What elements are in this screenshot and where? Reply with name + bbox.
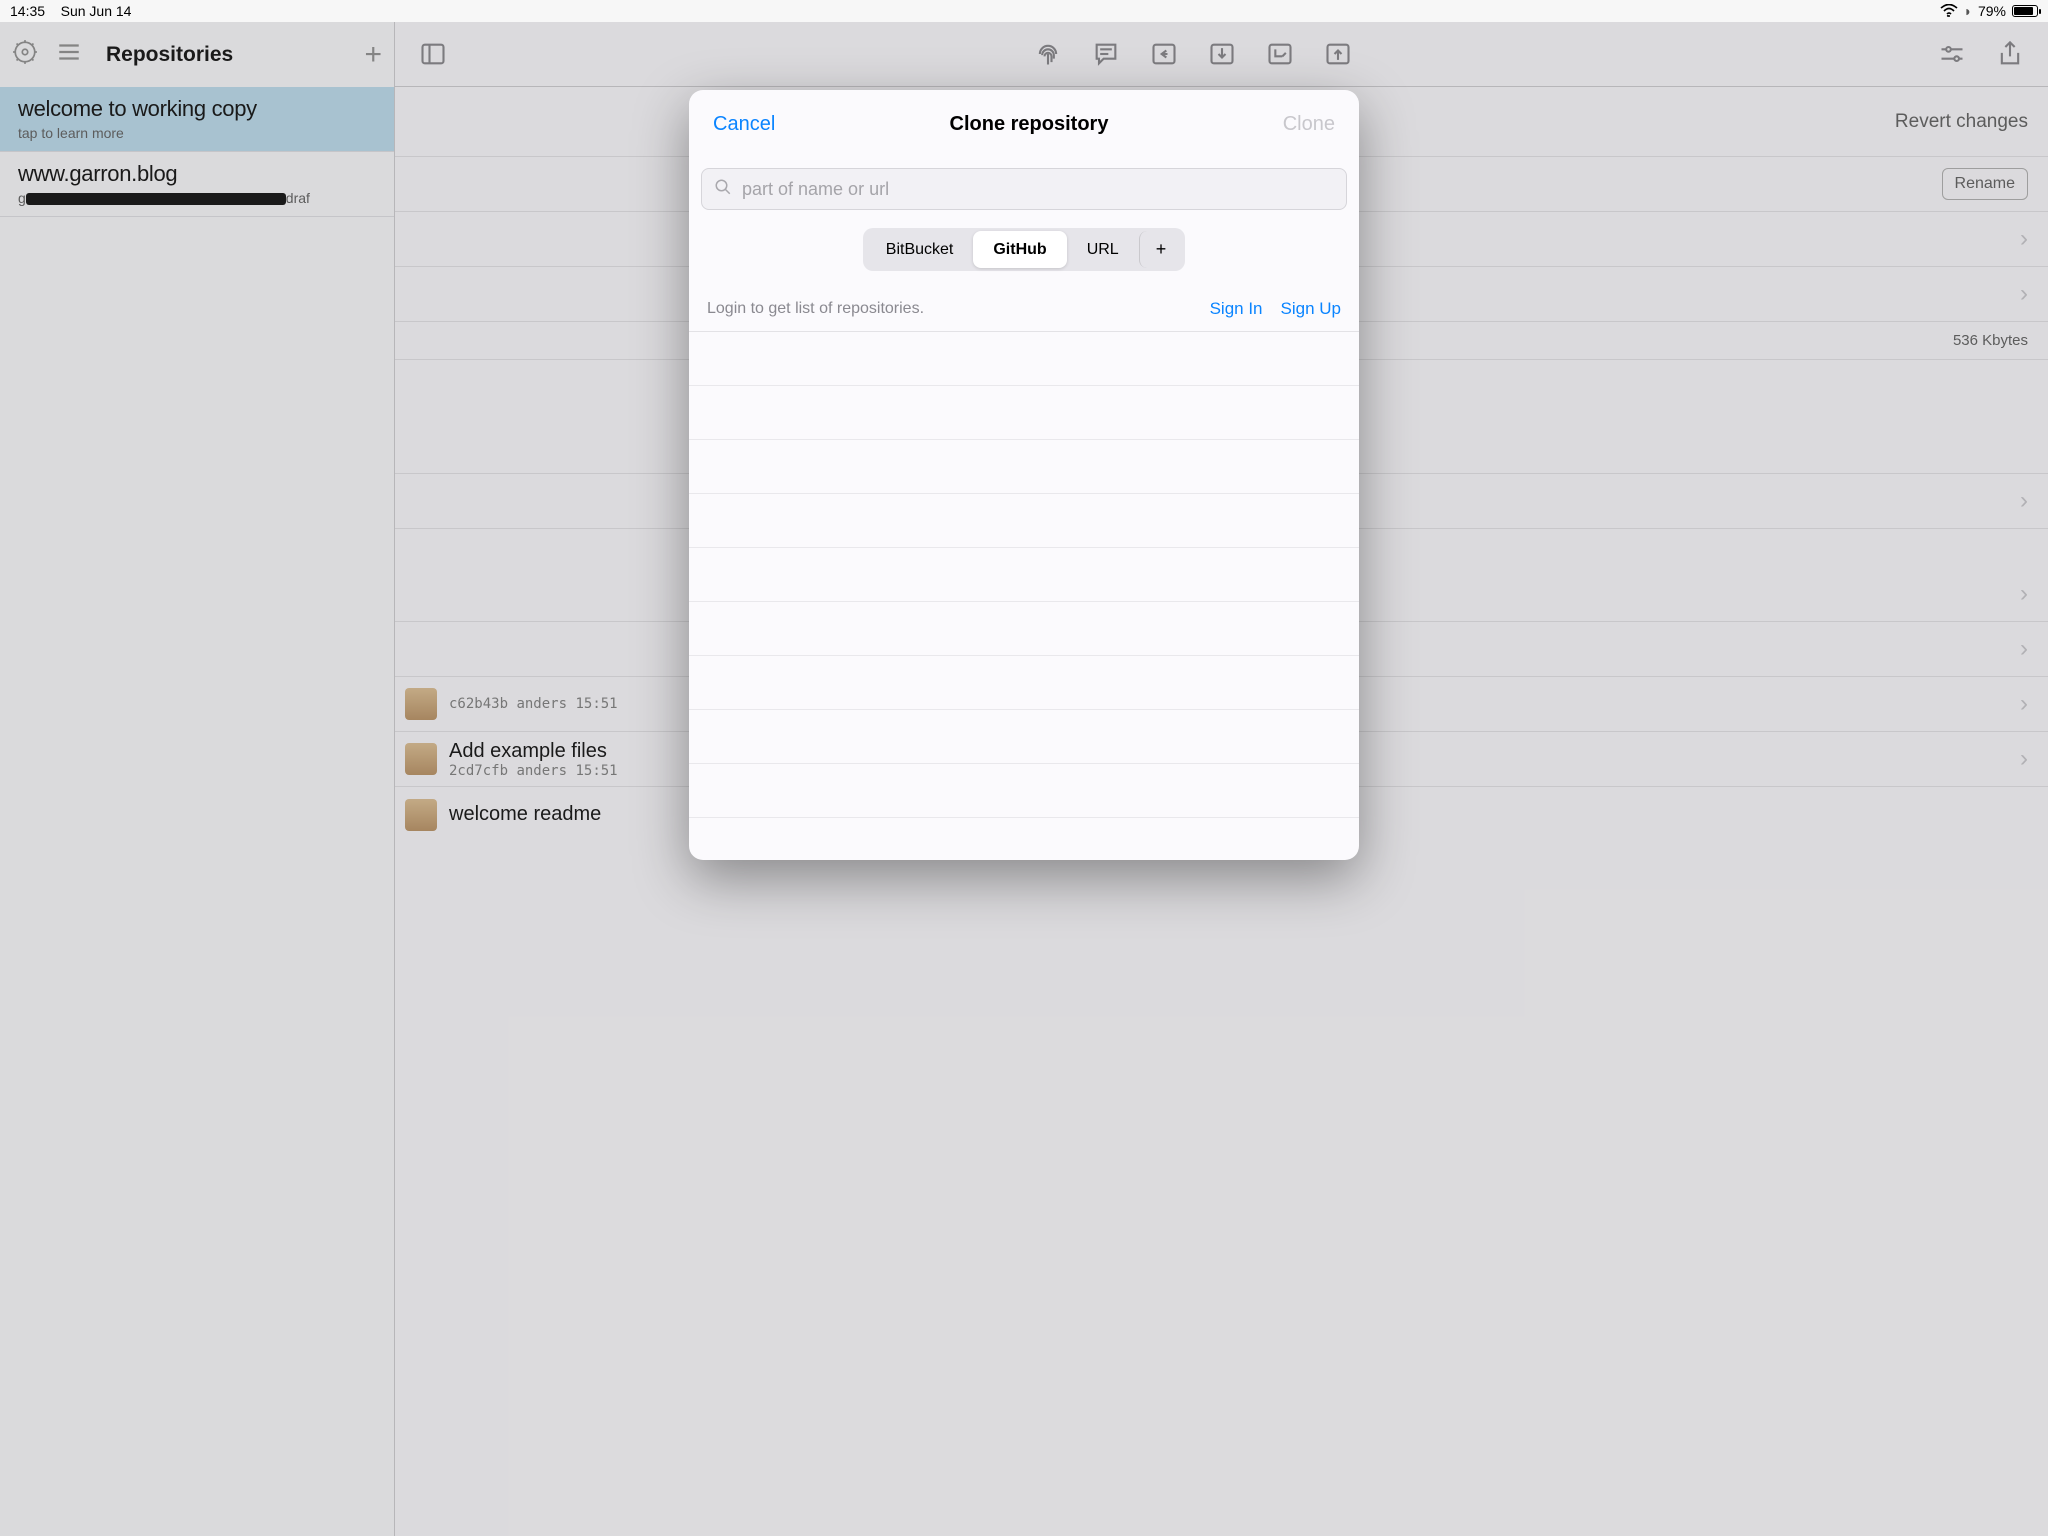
sign-in-link[interactable]: Sign In xyxy=(1210,299,1263,319)
list-row xyxy=(689,386,1359,440)
search-field[interactable] xyxy=(701,168,1347,210)
list-row xyxy=(689,548,1359,602)
modal-container: Cancel Clone repository Clone BitBucket … xyxy=(0,0,2048,1536)
clone-button[interactable]: Clone xyxy=(1283,113,1335,136)
tab-url[interactable]: URL xyxy=(1067,231,1139,268)
modal-header: Cancel Clone repository Clone xyxy=(689,90,1359,158)
list-row xyxy=(689,440,1359,494)
clone-repository-modal: Cancel Clone repository Clone BitBucket … xyxy=(689,90,1359,860)
tab-bitbucket[interactable]: BitBucket xyxy=(866,231,974,268)
tab-github[interactable]: GitHub xyxy=(973,231,1066,268)
tab-add-provider[interactable]: + xyxy=(1139,231,1183,268)
list-row xyxy=(689,656,1359,710)
list-row xyxy=(689,710,1359,764)
login-prompt-row: Login to get list of repositories. Sign … xyxy=(689,287,1359,332)
provider-segmented-control: BitBucket GitHub URL + xyxy=(863,228,1185,271)
search-icon xyxy=(714,178,732,201)
list-row xyxy=(689,494,1359,548)
cancel-button[interactable]: Cancel xyxy=(713,113,775,136)
login-message: Login to get list of repositories. xyxy=(707,300,924,318)
modal-title: Clone repository xyxy=(775,113,1282,136)
sign-up-link[interactable]: Sign Up xyxy=(1281,299,1341,319)
search-input[interactable] xyxy=(742,179,1334,200)
list-row xyxy=(689,332,1359,386)
list-row xyxy=(689,602,1359,656)
list-row xyxy=(689,764,1359,818)
modal-body: BitBucket GitHub URL + Login to get list… xyxy=(689,158,1359,860)
